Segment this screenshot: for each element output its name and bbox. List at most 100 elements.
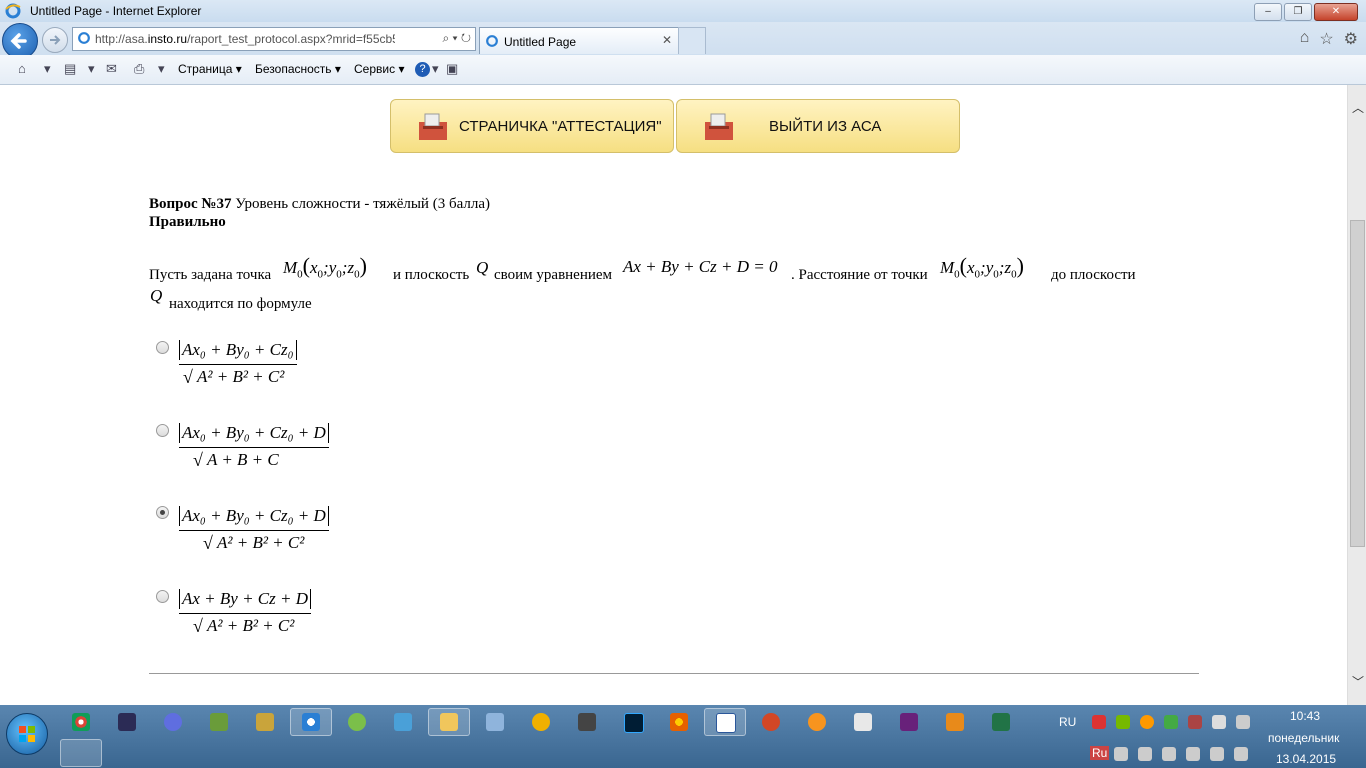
back-button[interactable] xyxy=(2,23,38,59)
volume-icon[interactable] xyxy=(1114,747,1128,761)
start-button[interactable] xyxy=(6,713,48,755)
browser-tab[interactable]: Untitled Page ✕ xyxy=(479,27,679,54)
answer-formula-3: Ax₀ + By₀ + Cz₀ + D √ A² + B² + C² xyxy=(179,506,329,553)
flag-icon[interactable] xyxy=(1162,747,1176,761)
plane-symbol-2: Q xyxy=(150,286,163,305)
feed-icon[interactable]: ▤ xyxy=(64,61,76,77)
tray-icon[interactable] xyxy=(1092,715,1106,729)
address-bar[interactable]: http://asa.insto.ru/raport_test_protocol… xyxy=(72,27,476,51)
close-button[interactable]: ✕ xyxy=(1314,3,1358,21)
ie-icon[interactable] xyxy=(302,713,320,731)
language-indicator[interactable]: RU xyxy=(1059,715,1076,729)
new-tab-button[interactable] xyxy=(678,27,706,54)
menu-safety[interactable]: Безопасность ▾ xyxy=(255,62,341,76)
mail-icon[interactable]: ✉ xyxy=(106,61,117,77)
chrome-icon[interactable] xyxy=(72,713,90,731)
address-tools[interactable]: ⌕ ▾ ↻ xyxy=(442,31,471,46)
tab-close-icon[interactable]: ✕ xyxy=(662,33,672,47)
nvidia-icon[interactable] xyxy=(1116,715,1130,729)
point-formula-1: M0(x0;y0;z0) xyxy=(283,253,367,281)
divider xyxy=(149,673,1199,674)
tray-icon[interactable] xyxy=(1164,715,1178,729)
home-icon[interactable]: ⌂ xyxy=(1300,29,1310,49)
wifi-app-icon[interactable] xyxy=(348,713,366,731)
media-icon[interactable] xyxy=(946,713,964,731)
dropdown-icon[interactable]: ▾ xyxy=(432,61,439,77)
logout-button-label: ВЫЙТИ ИЗ АСА xyxy=(769,118,882,135)
attestation-page-button[interactable]: СТРАНИЧКА "АТТЕСТАЦИЯ" xyxy=(390,99,674,153)
photoshop-icon[interactable] xyxy=(624,713,644,733)
back-arrow-icon xyxy=(10,33,27,49)
favorites-star-icon[interactable]: ☆ xyxy=(1319,29,1333,49)
visual-studio-icon[interactable] xyxy=(900,713,918,731)
word-icon[interactable] xyxy=(716,713,736,733)
app-icon[interactable] xyxy=(532,713,550,731)
media-player-icon[interactable] xyxy=(118,713,136,731)
research-icon[interactable]: ▣ xyxy=(446,61,458,77)
menu-page[interactable]: Страница ▾ xyxy=(178,62,242,76)
clock-date[interactable]: 13.04.2015 xyxy=(1276,752,1336,766)
clock-time[interactable]: 10:43 xyxy=(1290,709,1320,723)
app-icon[interactable] xyxy=(762,713,780,731)
dropdown-icon[interactable]: ▾ xyxy=(44,61,51,77)
power-icon[interactable] xyxy=(1210,747,1224,761)
answer-radio-3[interactable] xyxy=(156,506,169,519)
answer-formula-2: Ax₀ + By₀ + Cz₀ + D √ A + B + C xyxy=(179,423,329,470)
language-indicator-alt[interactable]: Ru xyxy=(1090,746,1110,760)
url-text[interactable]: http://asa.insto.ru/raport_test_protocol… xyxy=(95,32,395,46)
home-page-icon[interactable]: ⌂ xyxy=(18,61,26,76)
ie-logo-icon xyxy=(5,3,21,19)
vertical-scrollbar[interactable]: ︿ ﹀ xyxy=(1347,85,1366,705)
question-header: Вопрос №37 Уровень сложности - тяжёлый (… xyxy=(149,196,490,213)
excel-icon[interactable] xyxy=(992,713,1010,731)
attestation-button-label: СТРАНИЧКА "АТТЕСТАЦИЯ" xyxy=(459,118,662,135)
tray-icon[interactable] xyxy=(1140,715,1154,729)
windows-logo-icon xyxy=(19,726,35,742)
settings-gear-icon[interactable]: ⚙ xyxy=(1344,29,1358,49)
question-text-1: Пусть задана точка xyxy=(149,267,272,283)
forward-arrow-icon xyxy=(50,35,61,45)
logout-button[interactable]: ВЫЙТИ ИЗ АСА xyxy=(676,99,960,153)
answer-radio-1[interactable] xyxy=(156,341,169,354)
page-content: СТРАНИЧКА "АТТЕСТАЦИЯ" ВЫЙТИ ИЗ АСА Вопр… xyxy=(0,85,1347,705)
clock-day[interactable]: понедельник xyxy=(1268,731,1339,745)
tray-icon[interactable] xyxy=(1236,715,1250,729)
audio-app-icon[interactable] xyxy=(486,713,504,731)
tray-icon[interactable] xyxy=(1212,715,1226,729)
ballot-box-icon xyxy=(705,113,733,140)
app-icon[interactable] xyxy=(808,713,826,731)
app-icon[interactable] xyxy=(256,713,274,731)
tray-icon[interactable] xyxy=(1188,715,1202,729)
player-icon[interactable] xyxy=(164,713,182,731)
forward-button[interactable] xyxy=(42,27,68,53)
answer-radio-4[interactable] xyxy=(156,590,169,603)
firefox-icon[interactable] xyxy=(670,713,688,731)
calculator-icon[interactable] xyxy=(854,713,872,731)
app-icon[interactable] xyxy=(394,713,412,731)
dropdown-icon[interactable]: ▾ xyxy=(88,61,95,77)
question-number: Вопрос №37 xyxy=(149,196,232,212)
speaker-icon[interactable] xyxy=(1186,747,1200,761)
answer-radio-2[interactable] xyxy=(156,424,169,437)
maximize-button[interactable]: ❐ xyxy=(1284,3,1312,21)
ballot-box-icon xyxy=(419,113,447,140)
plane-equation: Ax + By + Cz + D = 0 xyxy=(623,257,778,276)
dropdown-icon[interactable]: ▾ xyxy=(158,61,165,77)
folder-icon[interactable] xyxy=(440,713,458,731)
taskbar: RU Ru 10:43 понедельник 13.04.2015 xyxy=(0,705,1366,768)
question-level: Уровень сложности - тяжёлый (3 балла) xyxy=(231,196,490,212)
menu-service[interactable]: Сервис ▾ xyxy=(354,62,404,76)
app-icon[interactable] xyxy=(210,713,228,731)
print-icon[interactable]: ⎙ xyxy=(134,61,144,77)
minimize-button[interactable]: – xyxy=(1254,3,1282,21)
signal-icon[interactable] xyxy=(1234,747,1248,761)
answer-status: Правильно xyxy=(149,214,226,230)
taskbar-app-bluestacks[interactable] xyxy=(60,739,102,767)
scroll-up-icon[interactable]: ︿ xyxy=(1352,99,1364,116)
camera-icon[interactable] xyxy=(578,713,596,731)
help-icon[interactable]: ? xyxy=(415,62,430,77)
scroll-thumb[interactable] xyxy=(1350,220,1365,547)
plane-symbol-1: Q xyxy=(476,258,489,277)
scroll-down-icon[interactable]: ﹀ xyxy=(1352,673,1364,690)
network-icon[interactable] xyxy=(1138,747,1152,761)
